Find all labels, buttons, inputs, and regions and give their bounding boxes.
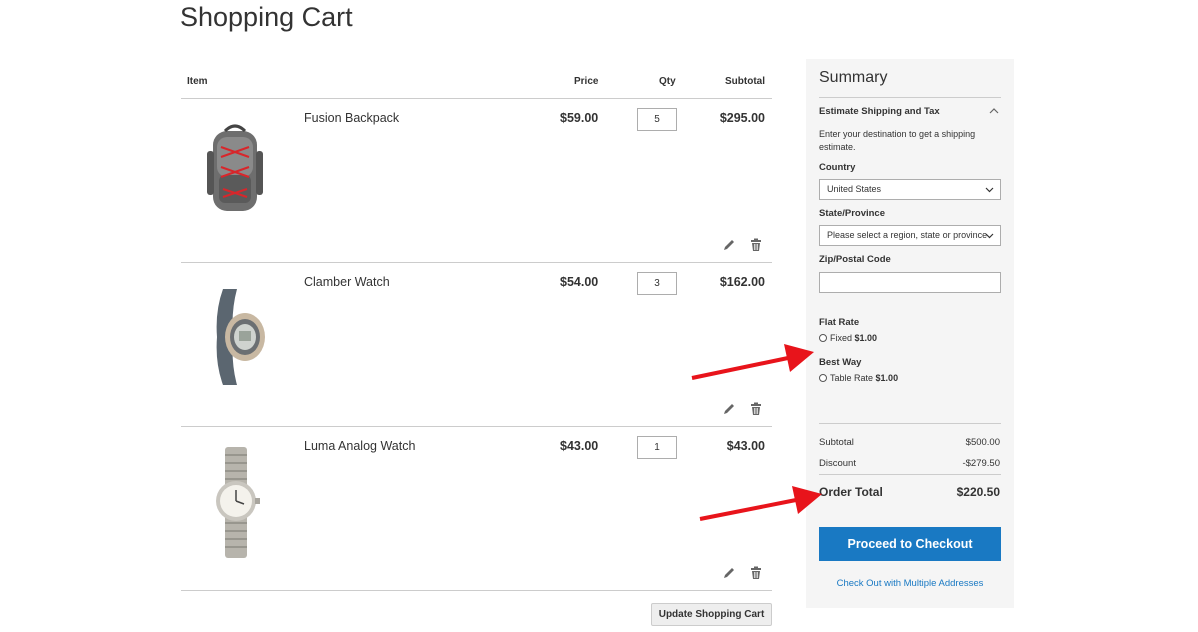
radio-button[interactable]	[819, 334, 827, 342]
country-label: Country	[819, 162, 856, 173]
rate-group-title: Best Way	[819, 357, 862, 368]
column-header-item: Item	[187, 76, 208, 87]
pencil-icon[interactable]	[722, 402, 736, 416]
shipping-rate-option[interactable]: Table Rate $1.00	[819, 373, 898, 383]
column-header-subtotal: Subtotal	[725, 76, 765, 87]
row-subtotal: $43.00	[726, 439, 765, 453]
chevron-up-icon[interactable]	[989, 107, 999, 115]
cart-row: Clamber Watch $54.00 3 $162.00	[181, 263, 772, 427]
trash-icon[interactable]	[749, 566, 763, 580]
multiple-addresses-link[interactable]: Check Out with Multiple Addresses	[806, 578, 1014, 589]
divider	[819, 474, 1001, 475]
trash-icon[interactable]	[749, 238, 763, 252]
column-header-qty: Qty	[659, 76, 676, 87]
backpack-image[interactable]	[195, 117, 275, 232]
divider	[819, 423, 1001, 424]
quantity-input[interactable]: 1	[637, 436, 677, 459]
proceed-to-checkout-button[interactable]: Proceed to Checkout	[819, 527, 1001, 561]
red-arrow-icon	[699, 486, 822, 521]
rate-option-label: Fixed	[830, 333, 853, 343]
product-price: $54.00	[560, 275, 599, 289]
order-total-label: Order Total	[819, 485, 883, 499]
state-select-value: Please select a region, state or provinc…	[827, 230, 987, 240]
discount-value: -$279.50	[962, 458, 1000, 469]
cart-row: Fusion Backpack $59.00 5 $295.00	[181, 99, 772, 263]
order-total-value: $220.50	[956, 485, 1000, 499]
row-actions	[722, 238, 772, 254]
summary-title: Summary	[819, 69, 888, 86]
country-select-value: United States	[827, 184, 882, 194]
red-arrow-icon	[691, 344, 814, 380]
divider	[819, 97, 1001, 98]
product-name[interactable]: Luma Analog Watch	[304, 439, 415, 453]
cart-row: Luma Analog Watch $43.00 1 $43.00	[181, 427, 772, 591]
chevron-down-icon	[985, 233, 994, 239]
page-title: Shopping Cart	[180, 2, 353, 32]
row-actions	[722, 566, 772, 582]
row-subtotal: $162.00	[719, 275, 765, 289]
subtotal-value: $500.00	[965, 437, 1000, 448]
quantity-input[interactable]: 3	[637, 272, 677, 295]
rate-option-label: Table Rate	[830, 373, 874, 383]
subtotal-label: Subtotal	[819, 437, 854, 448]
update-cart-button[interactable]: Update Shopping Cart	[651, 603, 772, 626]
rate-option-price: $1.00	[875, 373, 899, 383]
state-select[interactable]: Please select a region, state or provinc…	[819, 225, 1001, 246]
quantity-input[interactable]: 5	[637, 108, 677, 131]
zip-label: Zip/Postal Code	[819, 254, 891, 265]
product-name[interactable]: Clamber Watch	[304, 275, 390, 289]
product-price: $43.00	[560, 439, 599, 453]
product-price: $59.00	[560, 111, 599, 125]
column-header-price: Price	[574, 76, 599, 87]
estimate-note: Enter your destination to get a shipping…	[819, 129, 976, 152]
state-label: State/Province	[819, 208, 885, 219]
cart-table-header: Item Price Qty Subtotal	[181, 62, 772, 99]
pencil-icon[interactable]	[722, 238, 736, 252]
country-select[interactable]: United States	[819, 179, 1001, 200]
estimate-shipping-title[interactable]: Estimate Shipping and Tax	[819, 106, 940, 117]
sport-watch-image[interactable]	[195, 281, 275, 396]
chevron-down-icon	[985, 187, 994, 193]
radio-button[interactable]	[819, 374, 827, 382]
rate-group-title: Flat Rate	[819, 317, 860, 328]
cart-table: Item Price Qty Subtotal Fusion Backpack …	[181, 62, 772, 591]
analog-watch-image[interactable]	[195, 445, 275, 560]
rate-option-price: $1.00	[854, 333, 878, 343]
shipping-rate-option[interactable]: Fixed $1.00	[819, 333, 877, 343]
product-name[interactable]: Fusion Backpack	[304, 111, 399, 125]
discount-label: Discount	[819, 458, 856, 469]
summary-panel: Summary Estimate Shipping and Tax Enter …	[806, 59, 1014, 608]
row-subtotal: $295.00	[719, 111, 765, 125]
trash-icon[interactable]	[749, 402, 763, 416]
zip-input[interactable]	[819, 272, 1001, 293]
pencil-icon[interactable]	[722, 566, 736, 580]
row-actions	[722, 402, 772, 418]
